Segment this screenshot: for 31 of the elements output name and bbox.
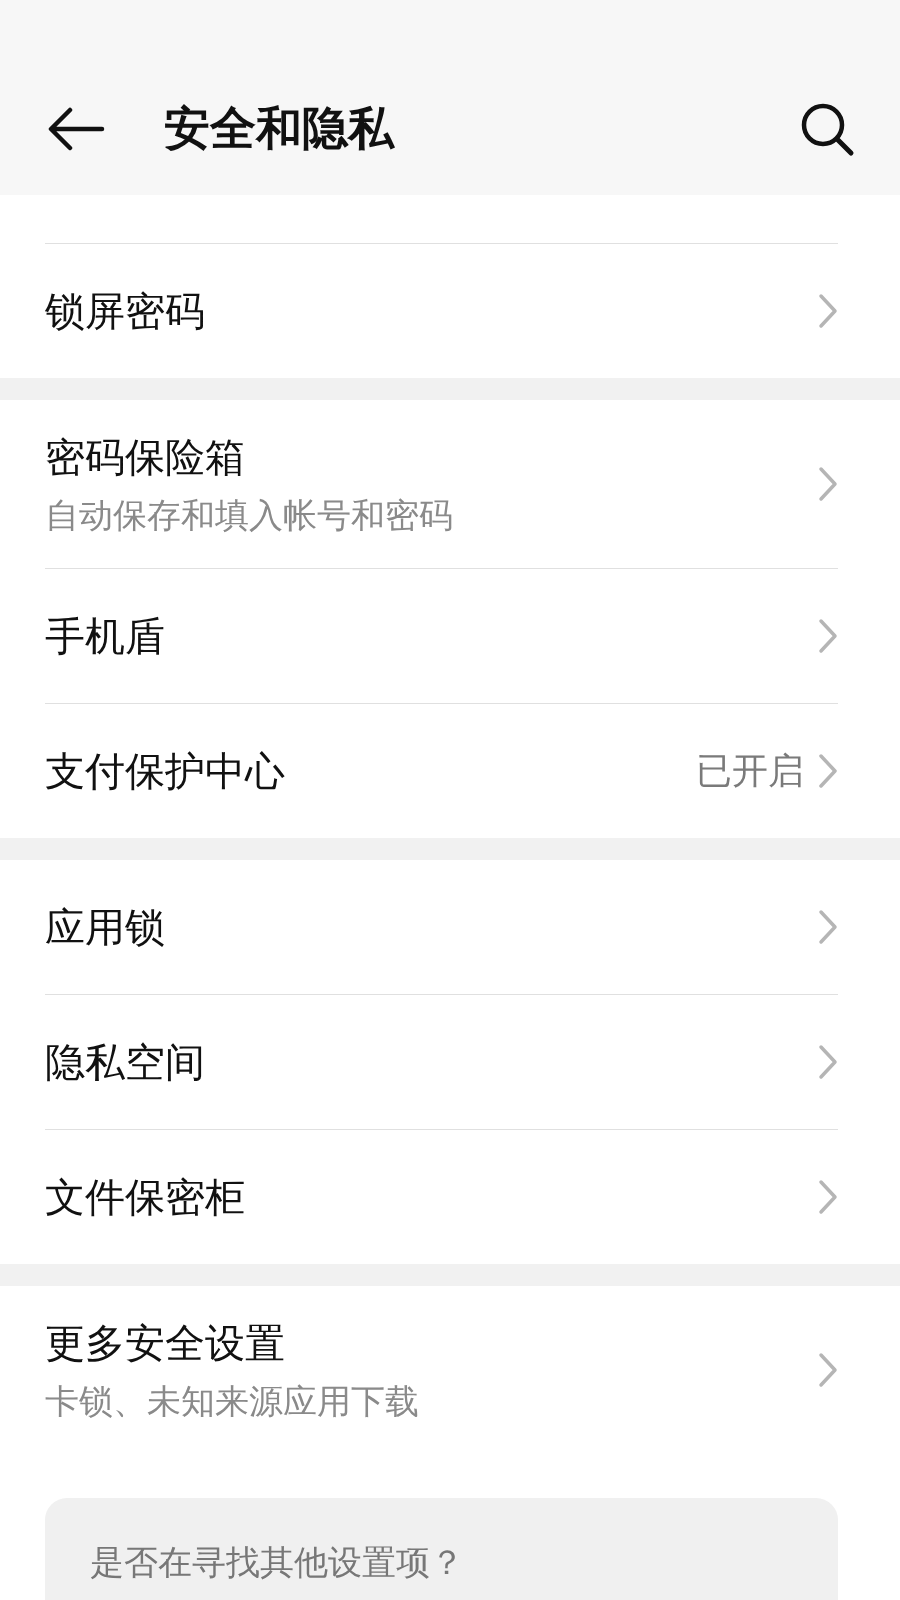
suggestion-text: 是否在寻找其他设置项？ [90, 1542, 464, 1582]
suggestion-card[interactable]: 是否在寻找其他设置项？ [45, 1498, 838, 1600]
setting-title: 应用锁 [45, 902, 166, 952]
chevron-icon [818, 1179, 838, 1215]
back-arrow-icon[interactable] [46, 106, 106, 151]
setting-title: 文件保密柜 [45, 1172, 246, 1222]
chevron-icon [818, 753, 838, 789]
chevron-icon [818, 1352, 838, 1388]
chevron-icon [818, 1044, 838, 1080]
chevron-icon [818, 909, 838, 945]
settings-row[interactable]: 文件保密柜 [45, 1130, 838, 1264]
setting-title: 密码保险箱 [45, 432, 246, 482]
page-title: 安全和隐私 [164, 99, 396, 157]
settings-row[interactable]: 手机盾 [45, 569, 838, 704]
setting-title: 隐私空间 [45, 1037, 206, 1087]
settings-row[interactable]: 锁屏密码 [45, 244, 838, 378]
settings-row[interactable]: 隐私空间 [45, 995, 838, 1130]
setting-status: 已开启 [696, 748, 804, 793]
chevron-icon [818, 618, 838, 654]
setting-description: 自动保存和填入帐号和密码 [45, 493, 454, 537]
chevron-icon [818, 293, 838, 329]
chevron-icon [818, 466, 838, 502]
settings-row[interactable]: 支付保护中心 已开启 [45, 704, 838, 838]
settings-row[interactable]: 更多安全设置 卡锁、未知来源应用下载 [45, 1286, 838, 1454]
setting-title: 手机盾 [45, 611, 166, 661]
setting-title: 更多安全设置 [45, 1318, 286, 1368]
setting-title: 锁屏密码 [45, 286, 206, 336]
settings-row[interactable]: 密码保险箱 自动保存和填入帐号和密码 [45, 400, 838, 569]
setting-description: 卡锁、未知来源应用下载 [45, 1379, 420, 1423]
setting-title: 支付保护中心 [45, 746, 286, 796]
settings-row[interactable]: 应用锁 [45, 860, 838, 995]
